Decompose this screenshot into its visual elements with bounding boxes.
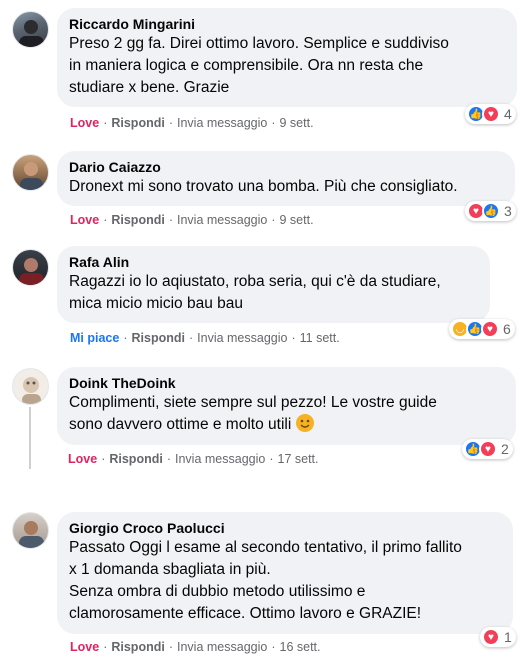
send-message-link[interactable]: Invia messaggio: [177, 640, 267, 654]
reply-link[interactable]: Rispondi: [111, 640, 164, 654]
comment-actions: Love · Rispondi · Invia messaggio · 9 sett.: [70, 116, 314, 130]
thread-line: [29, 407, 31, 469]
comment-author[interactable]: Rafa Alin: [69, 253, 478, 271]
love-icon: ♥: [481, 320, 499, 338]
comment-line: Complimenti, siete sempre sul pezzo! Le …: [69, 394, 437, 411]
comment-line: sono davvero ottime e molto utili: [69, 414, 504, 436]
comment-line: Passato Oggi l esame al secondo tentativ…: [69, 539, 462, 556]
comment-bubble: Riccardo Mingarini Preso 2 gg fa. Direi …: [57, 8, 517, 107]
comment-line: x 1 domanda sbagliata in più.: [69, 561, 271, 578]
comment-text: Preso 2 gg fa. Direi ottimo lavoro. Semp…: [69, 33, 505, 99]
comment-line: Senza ombra di dubbio metodo utilissimo …: [69, 583, 366, 600]
comment-author[interactable]: Doink TheDoink: [69, 374, 504, 392]
timestamp[interactable]: 9 sett.: [280, 116, 314, 130]
comment-text: Complimenti, siete sempre sul pezzo! Le …: [69, 392, 504, 436]
comment-text: Dronext mi sono trovato una bomba. Più c…: [69, 176, 503, 198]
love-reaction-link[interactable]: Love: [68, 452, 97, 466]
reply-link[interactable]: Rispondi: [132, 331, 185, 345]
reaction-summary[interactable]: 👍 ♥ 4: [465, 104, 516, 124]
avatar[interactable]: [12, 154, 49, 191]
comment-bubble: Doink TheDoink Complimenti, siete sempre…: [57, 367, 516, 445]
like-icon: 👍: [482, 202, 500, 220]
love-icon: ♥: [479, 440, 497, 458]
love-reaction-link[interactable]: Love: [70, 640, 99, 654]
comment-line: clamorosamente efficace. Ottimo lavoro e…: [69, 605, 422, 622]
timestamp[interactable]: 11 sett.: [300, 331, 340, 345]
comment-actions: Love · Rispondi · Invia messaggio · 17 sett.: [68, 452, 319, 466]
reaction-count: 3: [504, 203, 512, 219]
send-message-link[interactable]: Invia messaggio: [177, 213, 267, 227]
timestamp[interactable]: 9 sett.: [280, 213, 314, 227]
comment-line: Ragazzi io lo aqiustato, roba seria, qui…: [69, 273, 441, 290]
reaction-summary[interactable]: ◡ 👍 ♥ 6: [449, 319, 515, 339]
love-icon: ♥: [482, 105, 500, 123]
avatar[interactable]: [12, 11, 49, 48]
comment-line: studiare x bene. Grazie: [69, 79, 230, 96]
comment-line: in maniera logica e comprensibile. Ora n…: [69, 57, 424, 74]
comment-actions: Love · Rispondi · Invia messaggio · 16 sett.: [70, 640, 321, 654]
comment-actions: Love · Rispondi · Invia messaggio · 9 sett.: [70, 213, 314, 227]
comment-actions: Mi piace · Rispondi · Invia messaggio · 11 set…: [70, 331, 340, 345]
comment-line: Preso 2 gg fa. Direi ottimo lavoro. Semp…: [69, 35, 449, 52]
reaction-summary[interactable]: 👍 ♥ 2: [462, 439, 513, 459]
reply-link[interactable]: Rispondi: [111, 213, 164, 227]
comment-line: Dronext mi sono trovato una bomba. Più c…: [69, 178, 458, 195]
reaction-count: 2: [501, 441, 509, 457]
smiley-emoji-icon: [295, 414, 314, 432]
reply-link[interactable]: Rispondi: [109, 452, 162, 466]
comment-author[interactable]: Dario Caiazzo: [69, 158, 503, 176]
love-icon: ♥: [482, 628, 500, 646]
comment-bubble: Dario Caiazzo Dronext mi sono trovato un…: [57, 151, 515, 206]
like-reaction-link[interactable]: Mi piace: [70, 331, 119, 345]
reply-link[interactable]: Rispondi: [111, 116, 164, 130]
timestamp[interactable]: 16 sett.: [280, 640, 321, 654]
love-reaction-link[interactable]: Love: [70, 116, 99, 130]
comment-text: Passato Oggi l esame al secondo tentativ…: [69, 537, 501, 625]
comment-bubble: Giorgio Croco Paolucci Passato Oggi l es…: [57, 512, 513, 634]
avatar[interactable]: [12, 249, 49, 286]
love-reaction-link[interactable]: Love: [70, 213, 99, 227]
reaction-summary[interactable]: ♥ 👍 3: [465, 201, 516, 221]
reaction-summary[interactable]: ♥ 1: [480, 627, 516, 647]
avatar[interactable]: [12, 512, 49, 549]
send-message-link[interactable]: Invia messaggio: [177, 116, 267, 130]
send-message-link[interactable]: Invia messaggio: [197, 331, 287, 345]
reaction-count: 6: [503, 321, 511, 337]
comment-bubble: Rafa Alin Ragazzi io lo aqiustato, roba …: [57, 246, 490, 323]
reaction-count: 1: [504, 629, 512, 645]
reaction-count: 4: [504, 106, 512, 122]
comment-line-text: sono davvero ottime e molto utili: [69, 416, 292, 433]
comment-author[interactable]: Riccardo Mingarini: [69, 15, 505, 33]
send-message-link[interactable]: Invia messaggio: [175, 452, 265, 466]
avatar[interactable]: [12, 368, 49, 405]
comment-line: mica micio micio bau bau: [69, 295, 244, 312]
timestamp[interactable]: 17 sett.: [278, 452, 319, 466]
comment-author[interactable]: Giorgio Croco Paolucci: [69, 519, 501, 537]
comment-text: Ragazzi io lo aqiustato, roba seria, qui…: [69, 271, 478, 315]
